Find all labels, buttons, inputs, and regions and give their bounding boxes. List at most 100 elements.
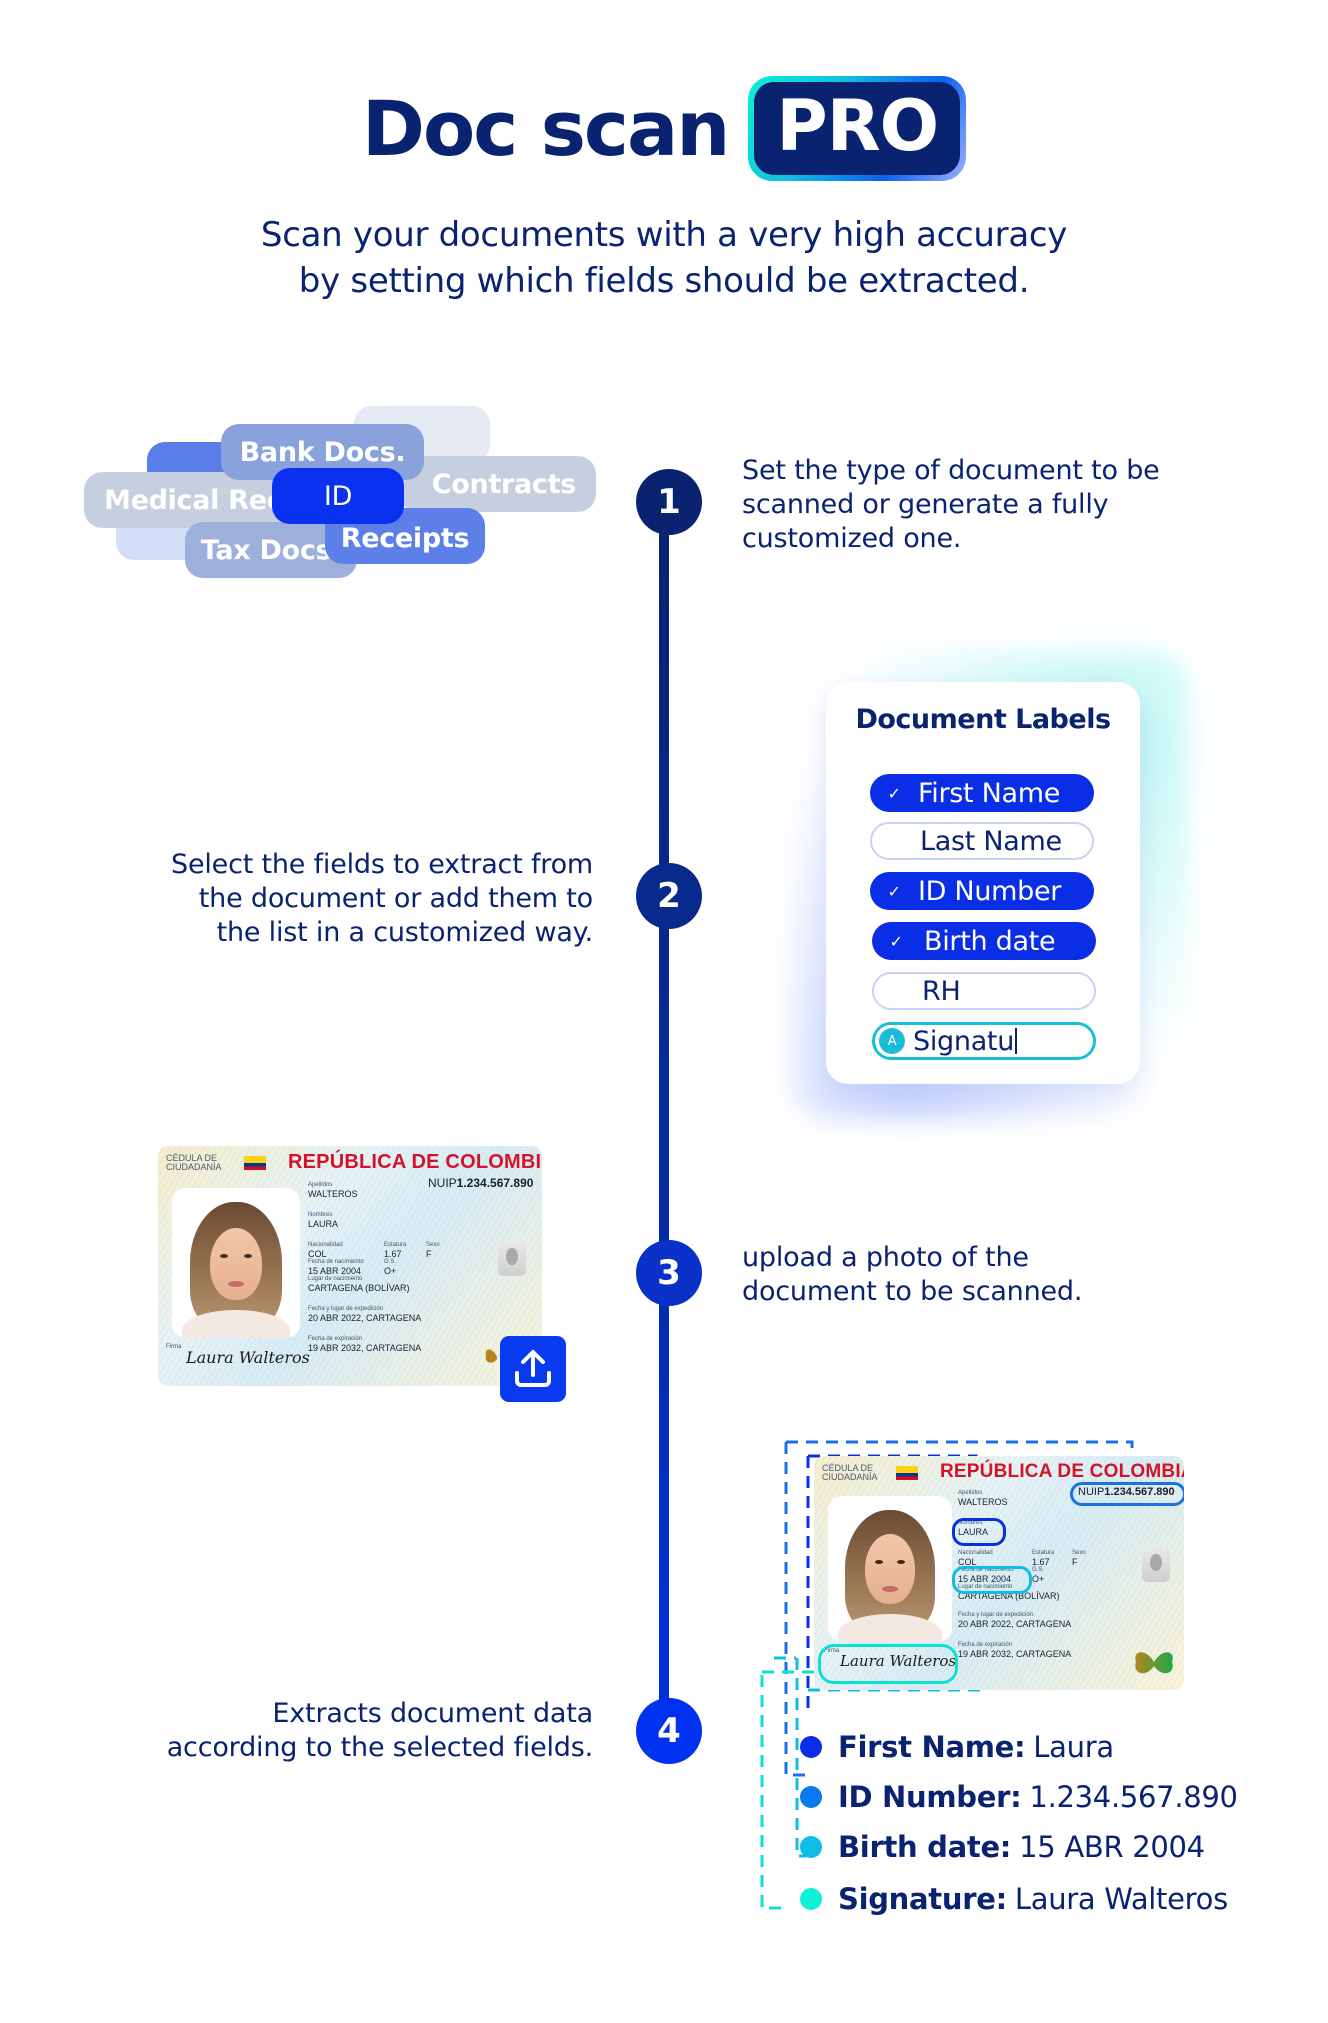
id-value: O+ [1032,1574,1045,1584]
chip-label: Receipts [340,522,470,554]
id-label: Fecha de expiración [958,1642,1013,1648]
chip-contracts[interactable]: Contracts [400,456,596,512]
id-value: WALTEROS [958,1497,1008,1507]
portrait-eye [875,1560,883,1564]
result-signature: Signature: Laura Walteros [800,1882,1228,1916]
id-label: Fecha y lugar de expedición [308,1306,384,1312]
id-label: Sexo [1072,1550,1086,1556]
document-labels-card: Document Labels ✓ First Name Last Name ✓… [826,682,1140,1084]
portrait-eye [220,1254,228,1258]
result-value: 1.234.567.890 [1029,1780,1238,1814]
step-1-marker: 1 [636,469,702,535]
label-last-name[interactable]: Last Name [870,822,1094,860]
text-line: document to be scanned. [742,1276,1083,1307]
id-value: 19 ABR 2032, CARTAGENA [308,1343,422,1353]
step-3-marker: 3 [636,1240,702,1306]
text-caret [1015,1028,1018,1054]
subtitle-line: by setting which fields should be extrac… [298,261,1030,301]
id-value: F [426,1249,432,1259]
result-dot [800,1736,822,1758]
id-value: 15 ABR 2004 [308,1266,362,1276]
chip-label: Medical Rec. [104,484,293,516]
new-label-input[interactable]: A Signatu [872,1022,1096,1060]
text-line: according to the selected fields. [166,1732,593,1763]
id-value: F [1072,1557,1078,1567]
flag-icon [896,1466,918,1480]
label-id-number[interactable]: ✓ ID Number [870,872,1094,910]
id-label: G.S. [384,1259,397,1265]
id-mini-portrait [498,1242,526,1276]
app-title: Doc scan [361,83,730,173]
chip-label: Bank Docs. [239,436,406,468]
check-icon: ✓ [887,881,901,901]
text-line: Select the fields to extract from [171,849,593,880]
step-2-description: Select the fields to extract from the do… [73,848,593,950]
label-rh[interactable]: RH [872,972,1096,1010]
pill-label: Last Name [920,825,1062,857]
id-value: O+ [384,1266,397,1276]
id-value: 1.67 [384,1249,402,1259]
id-mini-portrait [1142,1548,1170,1582]
id-card-upload: CÉDULA DE CIUDADANÍA REPÚBLICA DE COLOMB… [158,1146,542,1386]
chip-id-selected[interactable]: ID [272,468,404,524]
id-doc-type: CÉDULA DE CIUDADANÍA [166,1154,222,1172]
upload-icon [515,1350,551,1387]
nuip-value: 1.234.567.890 [456,1176,534,1190]
id-label: Apellidos [308,1182,333,1188]
result-value: Laura [1033,1730,1114,1764]
highlight-id-number [1070,1482,1184,1506]
chip-label: ID [323,480,353,512]
card-title: Document Labels [855,704,1111,735]
result-key: First Name: [838,1730,1026,1764]
check-icon: ✓ [887,783,901,803]
result-first-name: First Name: Laura [800,1730,1114,1764]
id-doc-type: CÉDULA DE CIUDADANÍA [822,1464,878,1482]
input-value: Signatu [913,1025,1015,1057]
label-first-name[interactable]: ✓ First Name [870,774,1094,812]
highlight-first-name [952,1518,1006,1546]
id-label: Apellidos [958,1490,983,1496]
id-label: Nacionalidad [308,1242,343,1248]
id-value: 1.67 [1032,1557,1050,1567]
portrait-lips [228,1281,244,1287]
flag-icon [244,1156,266,1170]
text-line: the document or add them to [198,883,593,914]
portrait-lips [882,1586,898,1592]
pro-badge-frame: PRO [748,76,967,181]
pill-label: RH [922,975,961,1007]
id-card-extracted: CÉDULA DE CIUDADANÍA REPÚBLICA DE COLOMB… [814,1456,1184,1690]
id-portrait [172,1188,300,1338]
pill-label: ID Number [918,875,1062,907]
portrait-eye [897,1560,905,1564]
id-value: 20 ABR 2022, CARTAGENA [308,1313,422,1323]
id-value: WALTEROS [308,1189,358,1199]
result-dot [800,1836,822,1858]
step-1-description: Set the type of document to be scanned o… [742,454,1262,556]
id-label: Estatura [1032,1550,1055,1556]
timeline-line [659,500,669,1730]
result-dot [800,1888,822,1910]
text-line: Extracts document data [272,1698,593,1729]
text-line: customized one. [742,523,962,554]
result-key: ID Number: [838,1780,1022,1814]
pill-label: Birth date [924,925,1056,957]
pill-label: First Name [918,777,1061,809]
butterfly-icon [1135,1652,1173,1674]
id-label: Fecha de nacimiento [308,1259,364,1265]
check-icon: ✓ [889,931,903,951]
chip-label: Contracts [431,468,577,500]
id-value: LAURA [308,1219,339,1229]
step-4-marker: 4 [636,1698,702,1764]
result-id-number: ID Number: 1.234.567.890 [800,1780,1238,1814]
portrait-face [210,1228,262,1300]
id-label: Estatura [384,1242,407,1248]
label-birth-date[interactable]: ✓ Birth date [872,922,1096,960]
id-label: Lugar de nacimiento [308,1276,363,1282]
connector-signature [760,1675,788,1910]
portrait-face [865,1534,915,1604]
upload-button[interactable] [500,1336,566,1402]
id-label: Nacionalidad [958,1550,993,1556]
chip-label: Tax Docs. [200,534,342,566]
text-line: scanned or generate a fully [742,489,1109,520]
avatar: A [879,1028,905,1054]
